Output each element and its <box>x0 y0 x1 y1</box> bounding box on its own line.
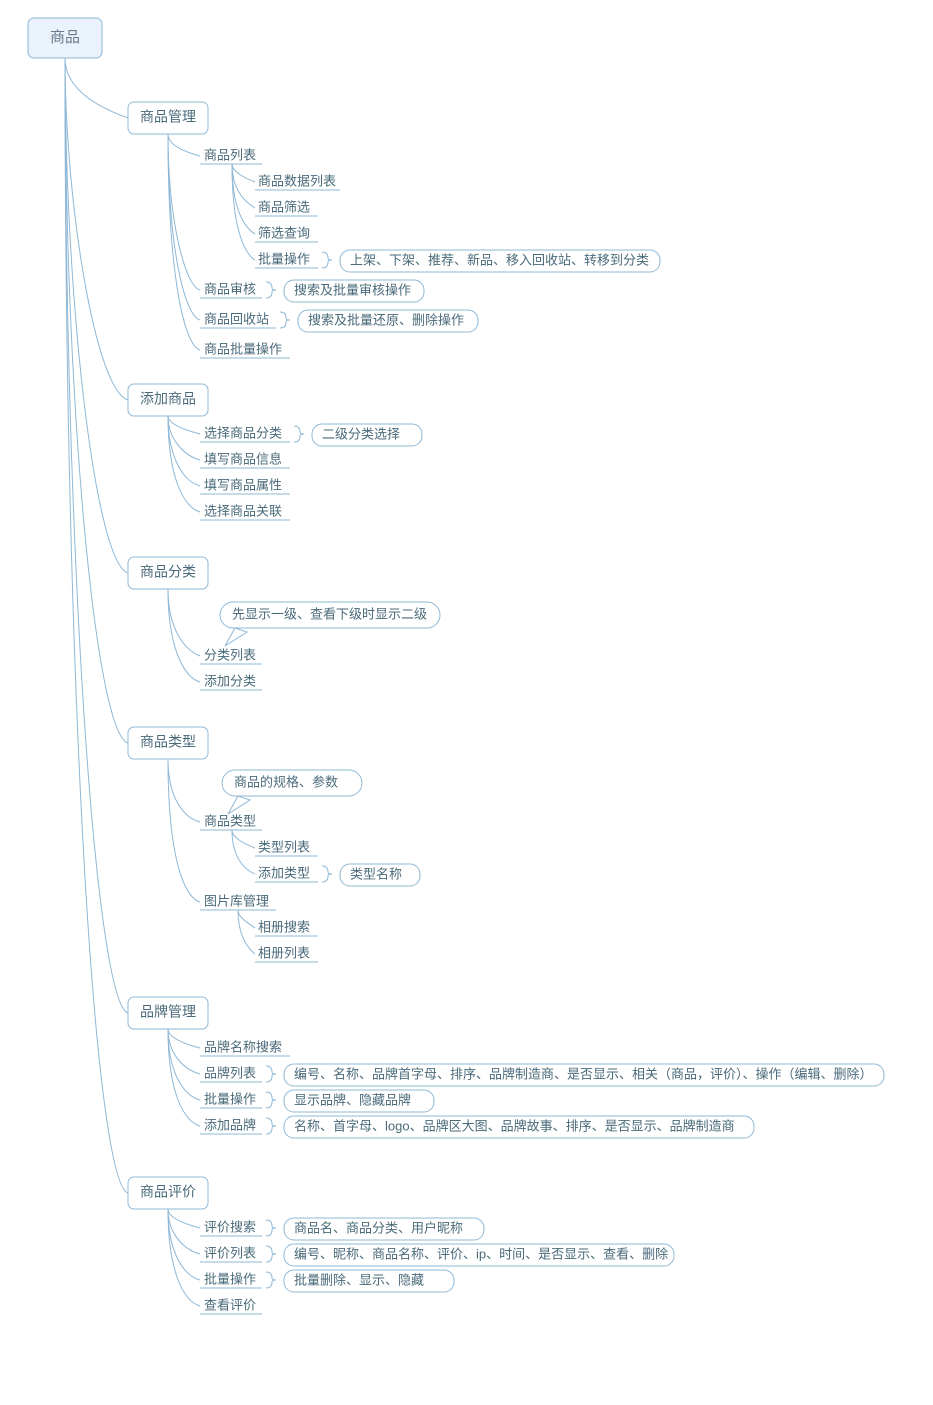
branch-b4-label: 商品类型 <box>140 734 196 750</box>
conn-b3-l0 <box>168 589 200 656</box>
conn-b4c2-l0 <box>238 910 255 928</box>
pill-b5-3-text: 名称、首字母、logo、品牌区大图、品牌故事、排序、是否显示、品牌制造商 <box>294 1118 735 1133</box>
branch-b5-label: 品牌管理 <box>140 1004 196 1020</box>
conn-b1c1-l0 <box>232 164 255 182</box>
b6-leaf1: 评价列表 <box>204 1245 256 1260</box>
conn-b4c1-l0 <box>232 830 255 848</box>
b1c1-leaf2: 筛选查询 <box>258 225 310 240</box>
brace-b6-1 <box>266 1246 276 1262</box>
b4c2-leaf1: 相册列表 <box>258 945 310 960</box>
b5-leaf2: 批量操作 <box>204 1091 256 1106</box>
conn-b4-c2 <box>168 759 200 902</box>
b3-leaf1: 添加分类 <box>204 673 256 688</box>
brace-b5-3 <box>266 1118 276 1134</box>
b1c4-label: 商品批量操作 <box>204 341 282 356</box>
brace-b5-2 <box>266 1092 276 1108</box>
b3-leaf0: 分类列表 <box>204 647 256 662</box>
conn-b1-c1 <box>168 134 200 156</box>
b5-leaf1: 品牌列表 <box>204 1065 256 1080</box>
pill-b1c1-text: 上架、下架、推荐、新品、移入回收站、转移到分类 <box>350 252 649 267</box>
b4c2-label: 图片库管理 <box>204 893 269 908</box>
conn-b5-l0 <box>168 1029 200 1048</box>
conn-b6-l2 <box>168 1209 200 1280</box>
b2-leaf2: 填写商品属性 <box>204 477 282 492</box>
b6-leaf3: 查看评价 <box>204 1297 256 1312</box>
b4c1-leaf0: 类型列表 <box>258 839 310 854</box>
cloud-b4-tail <box>228 796 250 814</box>
b6-leaf2: 批量操作 <box>204 1271 256 1286</box>
cloud-b3-text: 先显示一级、查看下级时显示二级 <box>232 606 427 621</box>
branch-b6-label: 商品评价 <box>140 1184 196 1200</box>
pill-b1c3-text: 搜索及批量还原、删除操作 <box>308 312 464 327</box>
b4c2-leaf0: 相册搜索 <box>258 919 310 934</box>
conn-root-b1 <box>65 58 128 118</box>
cloud-b4-text: 商品的规格、参数 <box>234 774 338 789</box>
conn-root-b3 <box>65 58 128 573</box>
conn-root-b5 <box>65 58 128 1013</box>
b1c1-leaf3: 批量操作 <box>258 251 310 266</box>
conn-b1-c3 <box>168 134 200 320</box>
b1c2-label: 商品审核 <box>204 281 256 296</box>
conn-b6-l3 <box>168 1209 200 1306</box>
conn-b5-l3 <box>168 1029 200 1126</box>
root-label: 商品 <box>50 29 80 46</box>
branch-b1-label: 商品管理 <box>140 109 196 125</box>
b1c1-leaf1: 商品筛选 <box>258 199 310 214</box>
b1c1-leaf0: 商品数据列表 <box>258 173 336 188</box>
brace-b6-0 <box>266 1220 276 1236</box>
conn-b2-l0 <box>168 416 200 434</box>
pill-b4c1-text: 类型名称 <box>350 866 402 881</box>
b2-leaf3: 选择商品关联 <box>204 503 282 518</box>
b6-leaf0: 评价搜索 <box>204 1219 256 1234</box>
pill-b6-2-text: 批量删除、显示、隐藏 <box>294 1272 424 1287</box>
brace-b6-2 <box>266 1272 276 1288</box>
pill-b2-text: 二级分类选择 <box>322 426 400 441</box>
brace-b1c2 <box>266 282 276 298</box>
brace-b1c3 <box>280 312 290 328</box>
conn-b3-l1 <box>168 589 200 682</box>
conn-b1-c2 <box>168 134 200 290</box>
conn-b2-l3 <box>168 416 200 512</box>
conn-b6-l0 <box>168 1209 200 1228</box>
mindmap-canvas: 商品 商品管理 商品列表 商品数据列表 商品筛选 筛选查询 批量操作 上架、下架… <box>0 0 933 1405</box>
brace-b1c1 <box>322 252 332 268</box>
pill-b1c2-text: 搜索及批量审核操作 <box>294 282 411 297</box>
brace-b5-1 <box>266 1066 276 1082</box>
conn-root-b2 <box>65 58 128 400</box>
brace-b2 <box>294 426 304 442</box>
conn-root-b6 <box>65 58 128 1193</box>
conn-b5-l2 <box>168 1029 200 1100</box>
branch-b2-label: 添加商品 <box>140 391 196 407</box>
conn-b1c1-l3 <box>232 164 255 260</box>
b4c1-leaf1: 添加类型 <box>258 865 310 880</box>
conn-b4-c1 <box>168 759 200 822</box>
pill-b6-0-text: 商品名、商品分类、用户昵称 <box>294 1220 463 1235</box>
b5-leaf0: 品牌名称搜索 <box>204 1039 282 1054</box>
pill-b5-2-text: 显示品牌、隐藏品牌 <box>294 1092 411 1107</box>
b1c3-label: 商品回收站 <box>204 311 269 326</box>
b5-leaf3: 添加品牌 <box>204 1117 256 1132</box>
b2-leaf1: 填写商品信息 <box>204 451 282 466</box>
b1c1-label: 商品列表 <box>204 147 256 162</box>
brace-b4c1 <box>322 866 332 882</box>
branch-b3-label: 商品分类 <box>140 564 196 580</box>
pill-b6-1-text: 编号、昵称、商品名称、评价、ip、时间、是否显示、查看、删除 <box>294 1246 668 1261</box>
cloud-b3-tail <box>225 628 247 646</box>
b2-leaf0: 选择商品分类 <box>204 425 282 440</box>
pill-b5-1-text: 编号、名称、品牌首字母、排序、品牌制造商、是否显示、相关（商品，评价）、操作（编… <box>294 1066 873 1081</box>
b4c1-label: 商品类型 <box>204 813 256 828</box>
